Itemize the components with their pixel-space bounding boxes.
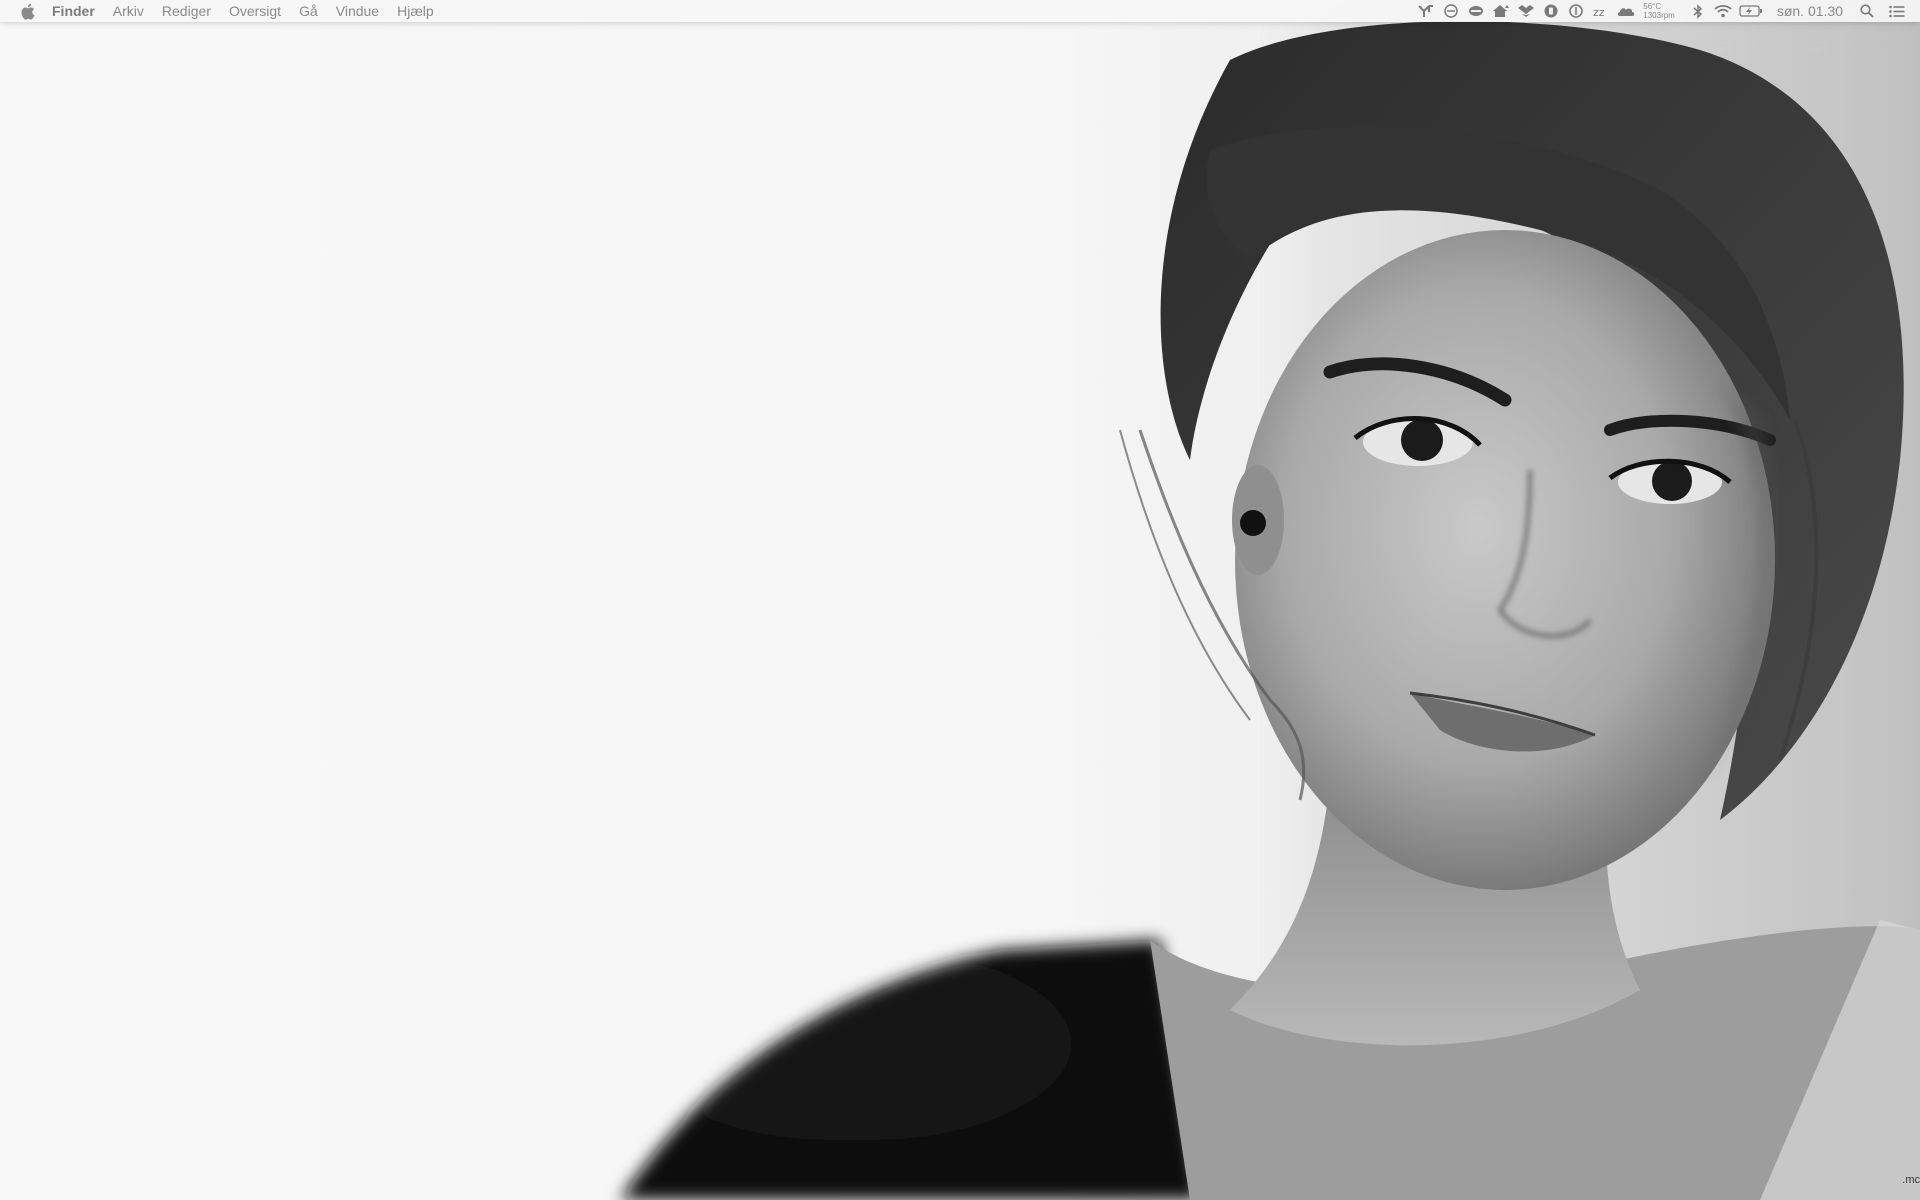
battery-icon[interactable] <box>1739 2 1763 20</box>
corner-text: .mc <box>1902 1174 1920 1186</box>
menu-rediger[interactable]: Rediger <box>162 0 211 22</box>
fan-speed-value: 1303rpm <box>1643 11 1675 20</box>
temperature-value: 56°C <box>1643 2 1662 11</box>
menu-oversigt[interactable]: Oversigt <box>229 0 281 22</box>
apple-icon[interactable] <box>18 2 36 20</box>
drive-icon[interactable] <box>1467 2 1485 20</box>
menu-bar-clock[interactable]: søn. 01.30 <box>1777 3 1843 19</box>
sync-circle-icon[interactable] <box>1442 2 1460 20</box>
menu-arkiv[interactable]: Arkiv <box>113 0 144 22</box>
menu-hjaelp[interactable]: Hjælp <box>397 0 434 22</box>
desktop[interactable]: .mc <box>0 0 1920 1200</box>
menu-bar: Finder Arkiv Rediger Oversigt Gå Vindue … <box>0 0 1920 22</box>
menu-finder[interactable]: Finder <box>52 0 95 22</box>
menu-vindue[interactable]: Vindue <box>336 0 379 22</box>
svg-text:zz: zz <box>1593 6 1605 18</box>
network-activity-icon[interactable] <box>1417 2 1435 20</box>
temperature-fan-widget[interactable]: 56°C 1303rpm <box>1643 2 1675 20</box>
bittorrent-icon[interactable] <box>1542 2 1560 20</box>
menu-bar-status-area: zz 56°C 1303rpm søn. 01.30 <box>1410 0 1920 22</box>
sleep-zz-icon[interactable]: zz <box>1592 2 1610 20</box>
menu-ga[interactable]: Gå <box>299 0 318 22</box>
home-upload-icon[interactable] <box>1492 2 1510 20</box>
spotlight-search-icon[interactable] <box>1858 2 1876 20</box>
wifi-icon[interactable] <box>1714 2 1732 20</box>
bluetooth-icon[interactable] <box>1689 2 1707 20</box>
menu-bar-left: Finder Arkiv Rediger Oversigt Gå Vindue … <box>0 0 452 22</box>
dropbox-icon[interactable] <box>1517 2 1535 20</box>
wallpaper-portrait <box>620 0 1920 1200</box>
notification-center-icon[interactable] <box>1888 2 1906 20</box>
cloud-app-icon[interactable] <box>1617 2 1635 20</box>
info-circle-icon[interactable] <box>1567 2 1585 20</box>
